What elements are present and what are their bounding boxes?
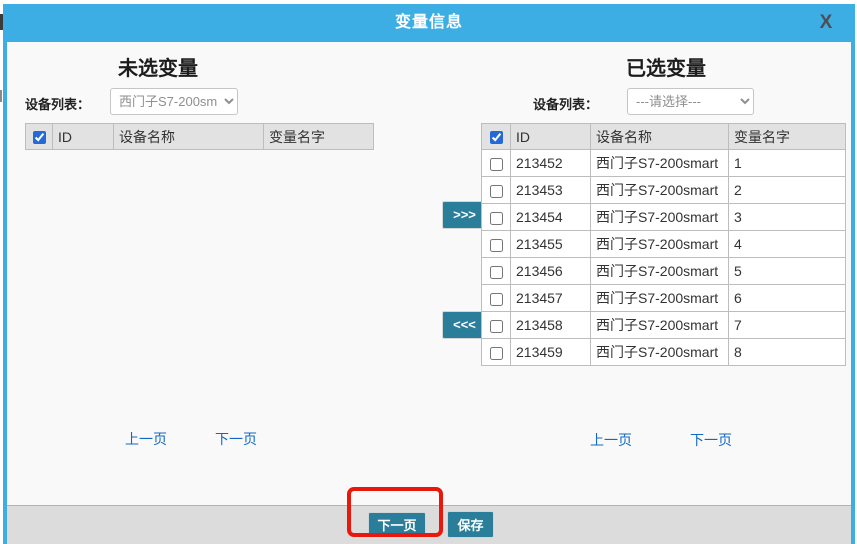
column-header-variable: 变量名字 bbox=[729, 124, 846, 150]
table-row: 213459西门子S7-200smart8 bbox=[482, 339, 846, 366]
header-checkbox-cell bbox=[26, 124, 53, 150]
left-device-list-label: 设备列表： bbox=[25, 94, 90, 113]
column-header-device: 设备名称 bbox=[114, 124, 264, 150]
row-cell-id: 213454 bbox=[511, 204, 591, 231]
selected-panel-title: 已选变量 bbox=[586, 52, 746, 81]
row-checkbox[interactable] bbox=[490, 293, 503, 306]
header-checkbox-cell bbox=[482, 124, 511, 150]
dialog-footer bbox=[7, 505, 851, 544]
table-row: 213454西门子S7-200smart3 bbox=[482, 204, 846, 231]
row-cell-device: 西门子S7-200smart bbox=[591, 204, 729, 231]
column-header-device: 设备名称 bbox=[591, 124, 729, 150]
row-cell-variable: 5 bbox=[729, 258, 846, 285]
table-header-row: ID 设备名称 变量名字 bbox=[26, 124, 374, 150]
close-icon[interactable]: X bbox=[814, 11, 838, 35]
row-cell-id: 213452 bbox=[511, 150, 591, 177]
row-checkbox[interactable] bbox=[490, 320, 503, 333]
select-all-checkbox[interactable] bbox=[490, 131, 503, 144]
row-cell-id: 213459 bbox=[511, 339, 591, 366]
right-next-page-link[interactable]: 下一页 bbox=[690, 430, 732, 450]
row-checkbox[interactable] bbox=[490, 212, 503, 225]
table-row: 213452西门子S7-200smart1 bbox=[482, 150, 846, 177]
table-row: 213455西门子S7-200smart4 bbox=[482, 231, 846, 258]
row-cell-device: 西门子S7-200smart bbox=[591, 177, 729, 204]
row-checkbox-cell bbox=[482, 339, 511, 366]
row-cell-variable: 8 bbox=[729, 339, 846, 366]
row-cell-variable: 3 bbox=[729, 204, 846, 231]
right-device-list-label: 设备列表： bbox=[533, 94, 598, 113]
row-cell-id: 213456 bbox=[511, 258, 591, 285]
row-cell-variable: 4 bbox=[729, 231, 846, 258]
row-checkbox[interactable] bbox=[490, 185, 503, 198]
row-cell-variable: 7 bbox=[729, 312, 846, 339]
row-checkbox-cell bbox=[482, 312, 511, 339]
row-cell-id: 213458 bbox=[511, 312, 591, 339]
table-row: 213453西门子S7-200smart2 bbox=[482, 177, 846, 204]
left-prev-page-link[interactable]: 上一页 bbox=[125, 429, 167, 449]
selected-variables-table: ID 设备名称 变量名字 213452西门子S7-200smart1213453… bbox=[481, 123, 846, 366]
row-checkbox-cell bbox=[482, 177, 511, 204]
footer-save-button[interactable]: 保存 bbox=[447, 511, 494, 538]
table-row: 213458西门子S7-200smart7 bbox=[482, 312, 846, 339]
table-row: 213456西门子S7-200smart5 bbox=[482, 258, 846, 285]
column-header-variable: 变量名字 bbox=[264, 124, 374, 150]
row-cell-id: 213457 bbox=[511, 285, 591, 312]
row-cell-id: 213455 bbox=[511, 231, 591, 258]
row-checkbox[interactable] bbox=[490, 158, 503, 171]
underlying-page-sliver bbox=[0, 90, 2, 102]
right-prev-page-link[interactable]: 上一页 bbox=[590, 430, 632, 450]
row-cell-device: 西门子S7-200smart bbox=[591, 231, 729, 258]
unselected-variables-table: ID 设备名称 变量名字 bbox=[25, 123, 374, 150]
unselected-panel-title: 未选变量 bbox=[78, 52, 238, 81]
row-checkbox-cell bbox=[482, 258, 511, 285]
row-cell-variable: 1 bbox=[729, 150, 846, 177]
row-cell-device: 西门子S7-200smart bbox=[591, 312, 729, 339]
row-checkbox[interactable] bbox=[490, 266, 503, 279]
left-device-select[interactable]: 西门子S7-200sma bbox=[110, 88, 238, 115]
dialog-title: 变量信息 bbox=[3, 4, 855, 42]
selected-table-body: 213452西门子S7-200smart1213453西门子S7-200smar… bbox=[482, 150, 846, 366]
page: 变量信息 X 未选变量 设备列表： 西门子S7-200sma ID 设备名称 变… bbox=[0, 0, 857, 544]
row-cell-device: 西门子S7-200smart bbox=[591, 339, 729, 366]
footer-next-page-button[interactable]: 下一页 bbox=[368, 512, 426, 537]
dialog-header: 变量信息 X bbox=[3, 4, 855, 42]
row-cell-id: 213453 bbox=[511, 177, 591, 204]
column-header-id: ID bbox=[511, 124, 591, 150]
row-checkbox[interactable] bbox=[490, 239, 503, 252]
row-cell-device: 西门子S7-200smart bbox=[591, 258, 729, 285]
row-checkbox[interactable] bbox=[490, 347, 503, 360]
table-row: 213457西门子S7-200smart6 bbox=[482, 285, 846, 312]
row-checkbox-cell bbox=[482, 150, 511, 177]
dialog-right-border bbox=[851, 4, 855, 544]
right-device-select[interactable]: ---请选择--- bbox=[627, 88, 754, 115]
select-all-checkbox[interactable] bbox=[33, 131, 46, 144]
row-checkbox-cell bbox=[482, 231, 511, 258]
row-cell-device: 西门子S7-200smart bbox=[591, 285, 729, 312]
row-checkbox-cell bbox=[482, 285, 511, 312]
column-header-id: ID bbox=[53, 124, 114, 150]
left-next-page-link[interactable]: 下一页 bbox=[215, 429, 257, 449]
row-checkbox-cell bbox=[482, 204, 511, 231]
row-cell-variable: 2 bbox=[729, 177, 846, 204]
row-cell-variable: 6 bbox=[729, 285, 846, 312]
row-cell-device: 西门子S7-200smart bbox=[591, 150, 729, 177]
table-header-row: ID 设备名称 变量名字 bbox=[482, 124, 846, 150]
